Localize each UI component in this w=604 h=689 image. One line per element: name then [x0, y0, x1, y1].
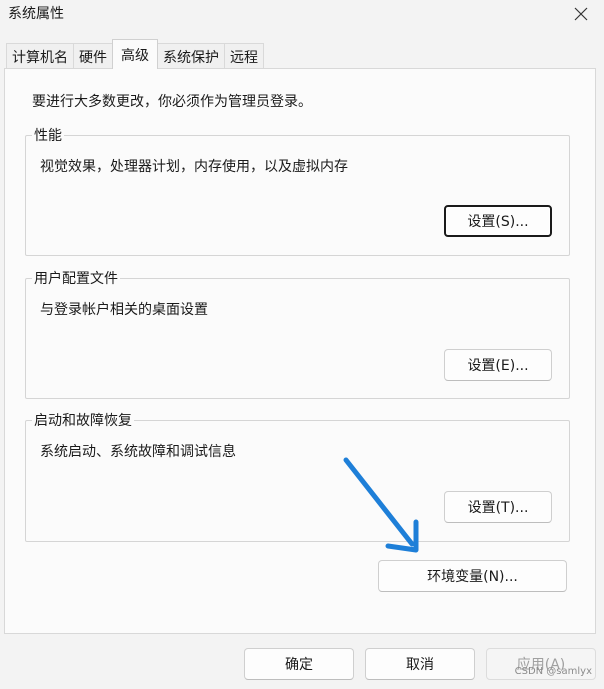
user-profiles-description: 与登录帐户相关的桌面设置 [40, 302, 208, 318]
window-title: 系统属性 [8, 6, 64, 22]
tab-system-protection[interactable]: 系统保护 [157, 43, 225, 69]
tab-label: 硬件 [79, 49, 107, 66]
advanced-panel: 要进行大多数更改，你必须作为管理员登录。 性能 视觉效果，处理器计划，内存使用，… [4, 68, 596, 634]
arrow-annotation-icon [343, 457, 419, 553]
title-bar: 系统属性 [0, 0, 604, 34]
tab-remote[interactable]: 远程 [224, 43, 264, 69]
tab-computer-name[interactable]: 计算机名 [6, 43, 74, 69]
user-profiles-label: 用户配置文件 [32, 268, 120, 288]
admin-note: 要进行大多数更改，你必须作为管理员登录。 [32, 94, 312, 110]
tab-label: 高级 [121, 47, 149, 64]
startup-recovery-group: 启动和故障恢复 系统启动、系统故障和调试信息 设置(T)... [25, 410, 570, 542]
system-properties-window: 系统属性 计算机名 硬件 高级 系统保护 远程 要进行大多数更改，你必须作为管理… [0, 0, 604, 689]
cancel-button[interactable]: 取消 [365, 648, 475, 680]
performance-group: 性能 视觉效果，处理器计划，内存使用，以及虚拟内存 设置(S)... [25, 125, 570, 256]
startup-recovery-settings-button[interactable]: 设置(T)... [444, 491, 552, 523]
tab-label: 系统保护 [163, 49, 219, 66]
close-button[interactable] [558, 0, 604, 28]
startup-recovery-description: 系统启动、系统故障和调试信息 [40, 444, 236, 460]
close-icon [574, 7, 588, 21]
ok-button[interactable]: 确定 [244, 648, 354, 680]
startup-recovery-label: 启动和故障恢复 [32, 410, 134, 430]
environment-variables-button[interactable]: 环境变量(N)... [378, 560, 567, 592]
user-profiles-group: 用户配置文件 与登录帐户相关的桌面设置 设置(E)... [25, 268, 570, 399]
watermark: CSDN @samlyx [514, 666, 592, 677]
performance-label: 性能 [32, 125, 64, 145]
tab-advanced[interactable]: 高级 [112, 39, 158, 69]
tab-strip: 计算机名 硬件 高级 系统保护 远程 [6, 39, 264, 69]
tab-hardware[interactable]: 硬件 [73, 43, 113, 69]
performance-settings-button[interactable]: 设置(S)... [444, 205, 552, 237]
tab-label: 计算机名 [12, 49, 68, 66]
performance-description: 视觉效果，处理器计划，内存使用，以及虚拟内存 [40, 159, 348, 175]
user-profiles-settings-button[interactable]: 设置(E)... [444, 349, 552, 381]
tab-label: 远程 [230, 49, 258, 66]
